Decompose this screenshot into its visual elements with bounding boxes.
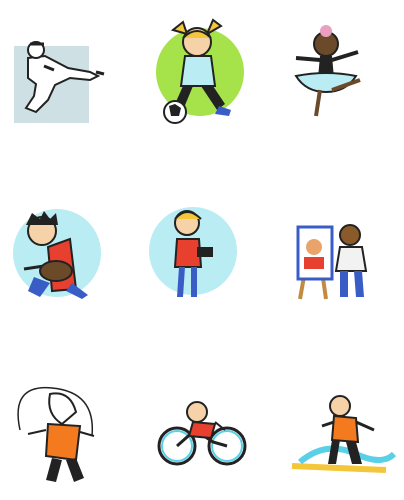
clipart-grid: { "grid": { "items": [ {"icon": "karate-… bbox=[0, 0, 404, 500]
girl-soccer-icon bbox=[135, 0, 269, 166]
surfer-icon bbox=[270, 334, 404, 500]
cyclist-icon bbox=[135, 334, 269, 500]
child-painter-icon bbox=[270, 167, 404, 333]
photographer-icon bbox=[135, 167, 269, 333]
guitarist-icon bbox=[0, 167, 134, 333]
karate-kick-icon bbox=[0, 0, 134, 166]
ballerina-icon bbox=[270, 0, 404, 166]
jump-rope-icon bbox=[0, 334, 134, 500]
